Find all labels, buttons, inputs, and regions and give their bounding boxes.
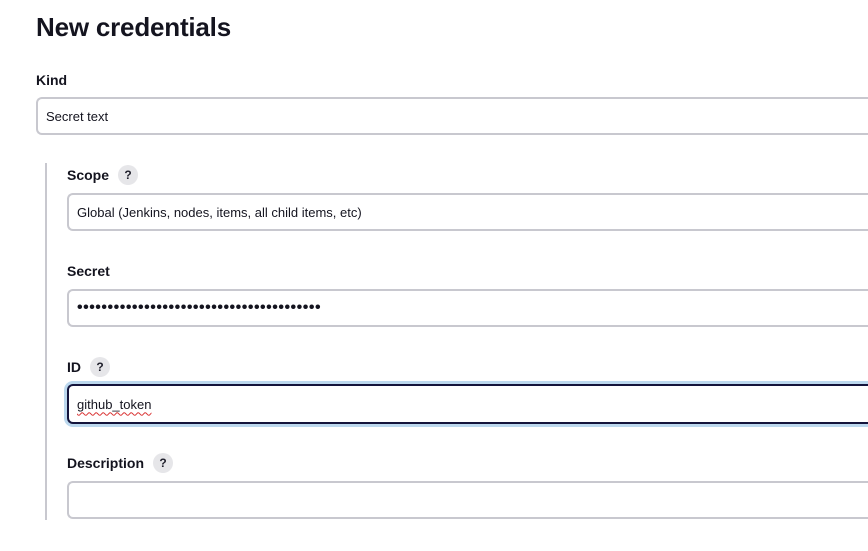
- secret-input[interactable]: ••••••••••••••••••••••••••••••••••••••••: [67, 289, 868, 327]
- description-label-text: Description: [67, 455, 145, 471]
- id-input-value: github_token: [77, 396, 152, 412]
- new-credentials-page: New credentials Kind Secret text Scope ?…: [0, 0, 868, 551]
- page-title: New credentials: [36, 12, 231, 42]
- nested-section-bar: [45, 163, 47, 520]
- kind-select-value: Secret text: [46, 108, 109, 124]
- secret-label-text: Secret: [67, 263, 110, 279]
- description-help-icon[interactable]: ?: [153, 453, 174, 473]
- scope-label: Scope ?: [67, 165, 139, 185]
- scope-label-text: Scope: [67, 167, 110, 183]
- id-input[interactable]: github_token: [67, 384, 868, 424]
- secret-label: Secret: [67, 262, 110, 280]
- kind-label: Kind: [36, 71, 67, 89]
- id-help-icon[interactable]: ?: [90, 357, 110, 377]
- description-label: Description ?: [67, 453, 174, 473]
- description-input[interactable]: [67, 481, 868, 519]
- id-label: ID ?: [67, 357, 110, 377]
- kind-select[interactable]: Secret text: [36, 97, 868, 135]
- id-label-text: ID: [67, 359, 81, 375]
- scope-help-icon[interactable]: ?: [118, 165, 139, 185]
- kind-label-text: Kind: [36, 72, 68, 88]
- secret-input-value: ••••••••••••••••••••••••••••••••••••••••: [77, 299, 322, 316]
- scope-select-value: Global (Jenkins, nodes, items, all child…: [77, 204, 362, 220]
- scope-select[interactable]: Global (Jenkins, nodes, items, all child…: [67, 193, 868, 231]
